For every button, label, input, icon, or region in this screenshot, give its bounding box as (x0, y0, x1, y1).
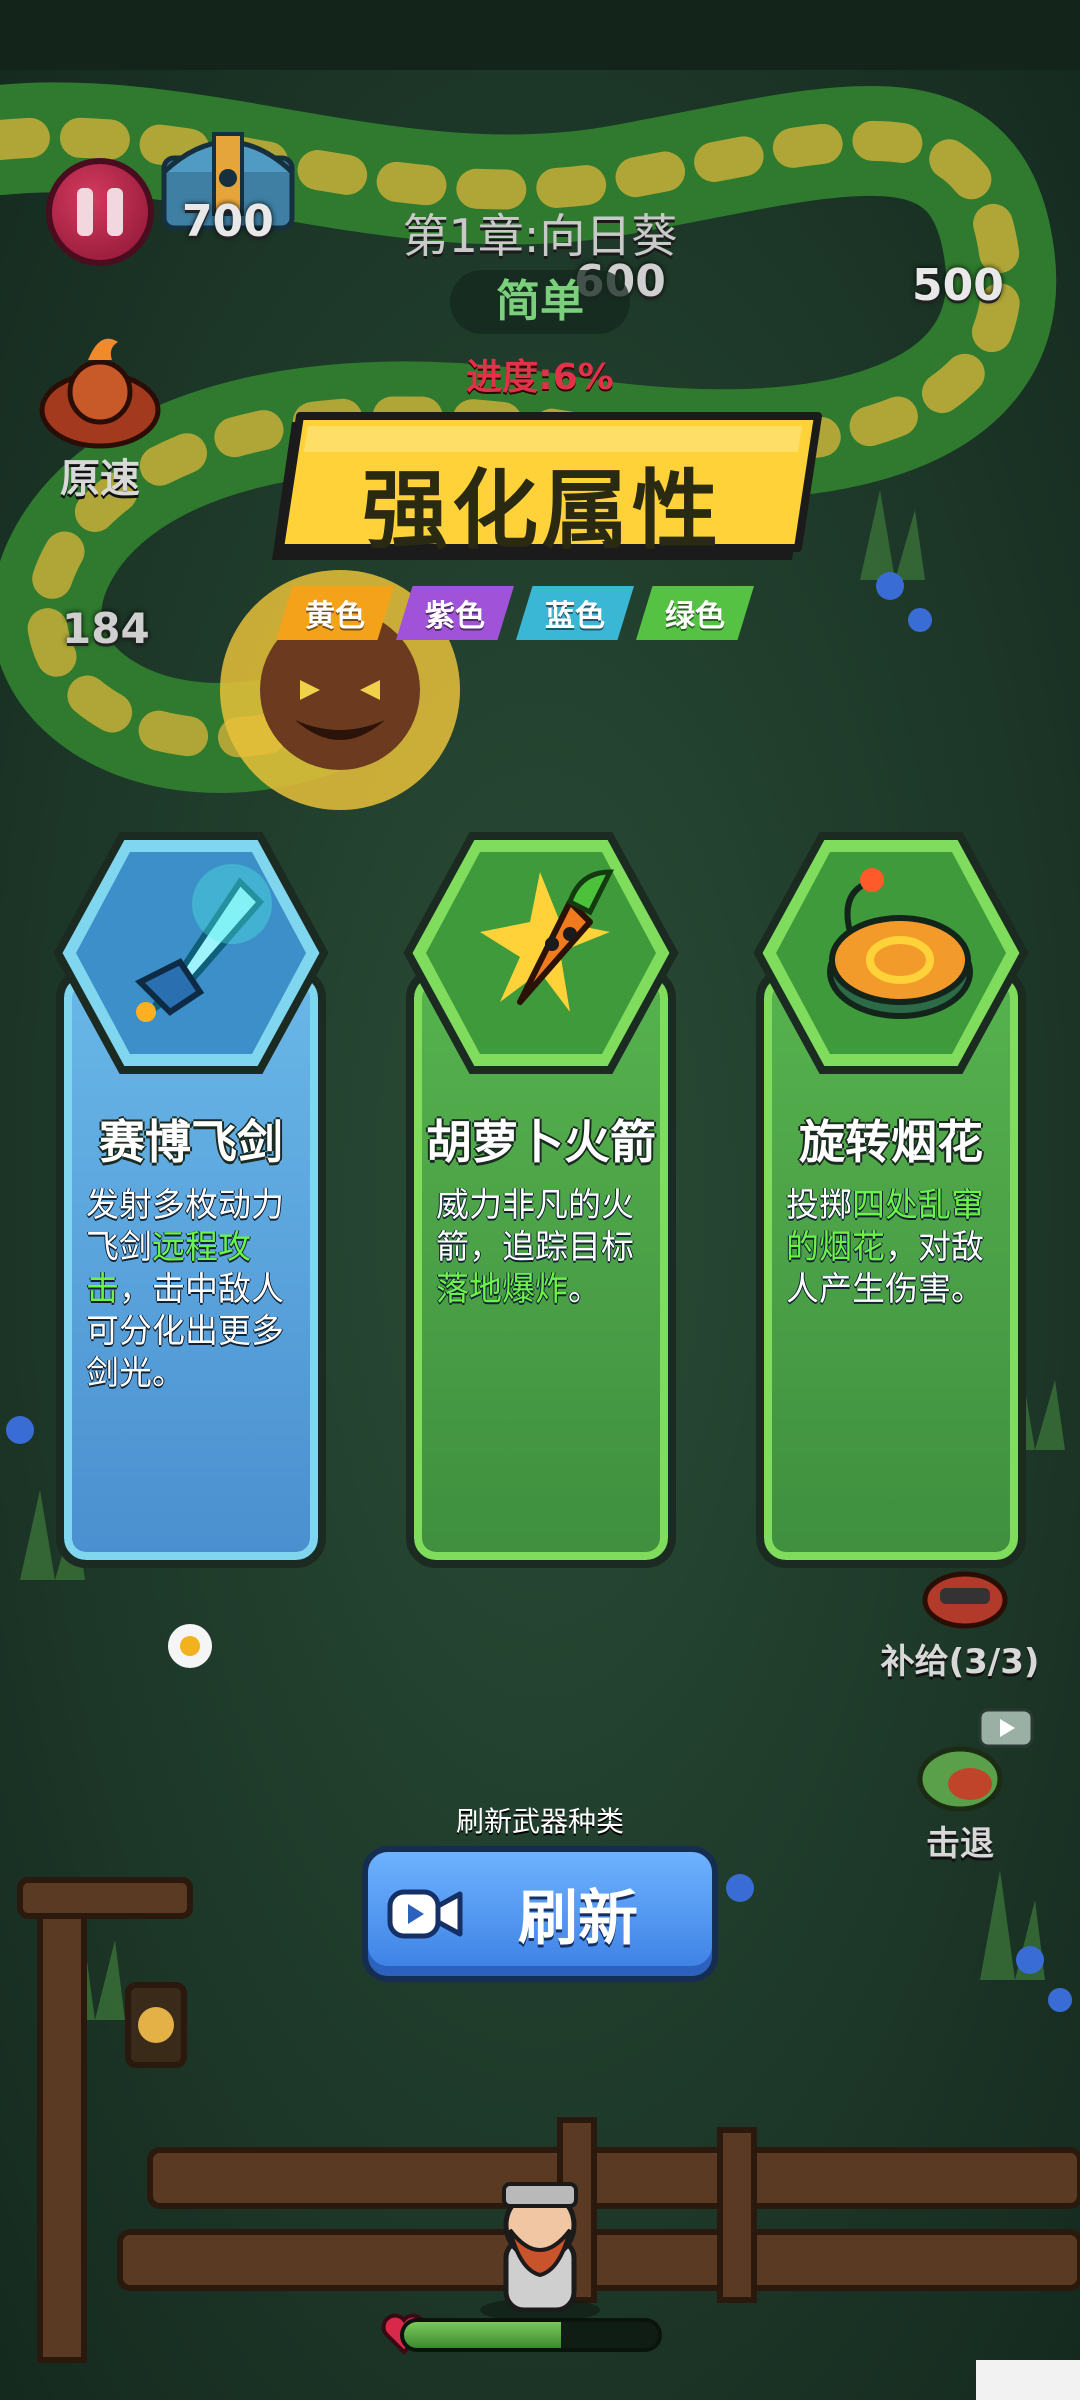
pause-button[interactable] (46, 158, 154, 266)
card-description: 威力非凡的火箭，追踪目标落地爆炸。 (436, 1185, 634, 1308)
speed-toggle-button[interactable]: 原速 (30, 330, 170, 502)
speed-label: 原速 (60, 456, 140, 502)
snail-speed-icon (39, 338, 161, 449)
knockback-icon (917, 1746, 1003, 1812)
card-description: 发射多枚动力飞剑远程攻击，击中敌人可分化出更多剑光。 (86, 1185, 284, 1392)
color-tag-yellow: 黄色 (276, 586, 394, 640)
supply-icon (922, 1571, 1008, 1629)
pause-icon (77, 188, 93, 236)
weapon-card-spinning-firework[interactable]: 旋转烟花 投掷四处乱窜的烟花，对敌人产生伤害。 (753, 828, 1029, 1568)
difficulty-badge: 简单 (450, 270, 630, 334)
supply-label: 补给(3/3) (880, 1642, 1040, 1682)
weapon-card-cyber-sword[interactable]: 赛博飞剑 发射多枚动力飞剑远程攻击，击中敌人可分化出更多剑光。 (53, 828, 329, 1568)
card-title: 胡萝卜火箭 (426, 1115, 656, 1169)
refresh-caption: 刷新武器种类 (455, 1805, 624, 1838)
player-health-fill (404, 2322, 562, 2348)
spinning-firework-icon (827, 868, 973, 1019)
chest-count: 700 (182, 196, 274, 247)
refresh-label: 刷新 (518, 1884, 638, 1954)
weapon-card-carrot-rocket[interactable]: 胡萝卜火箭 威力非凡的火箭，追踪目标落地爆炸。 (403, 828, 679, 1568)
player-health-bar (400, 2318, 662, 2352)
panel-title: 强化属性 (362, 461, 722, 561)
knockback-label: 击退 (926, 1824, 994, 1864)
knockback-button[interactable]: 击退 (900, 1708, 1040, 1864)
color-tag-green: 绿色 (636, 586, 754, 640)
color-tag-purple: 紫色 (396, 586, 514, 640)
progress-text: 进度:6% (466, 357, 614, 398)
video-camera-icon (387, 1889, 463, 1939)
supply-button[interactable]: 补给(3/3) (880, 1560, 1040, 1682)
enemy-hp-left: 184 (62, 604, 150, 653)
carrot-rocket-icon (480, 869, 615, 1012)
refresh-button[interactable]: 刷新 (362, 1846, 718, 1982)
card-title: 旋转烟花 (799, 1115, 983, 1169)
card-title: 赛博飞剑 (99, 1115, 283, 1169)
watermark-logo (976, 2360, 1080, 2400)
color-tag-blue: 蓝色 (516, 586, 634, 640)
enemy-hp-right: 500 (912, 260, 1004, 311)
card-description: 投掷四处乱窜的烟花，对敌人产生伤害。 (786, 1185, 984, 1308)
cyber-flying-sword-icon (134, 864, 272, 1022)
